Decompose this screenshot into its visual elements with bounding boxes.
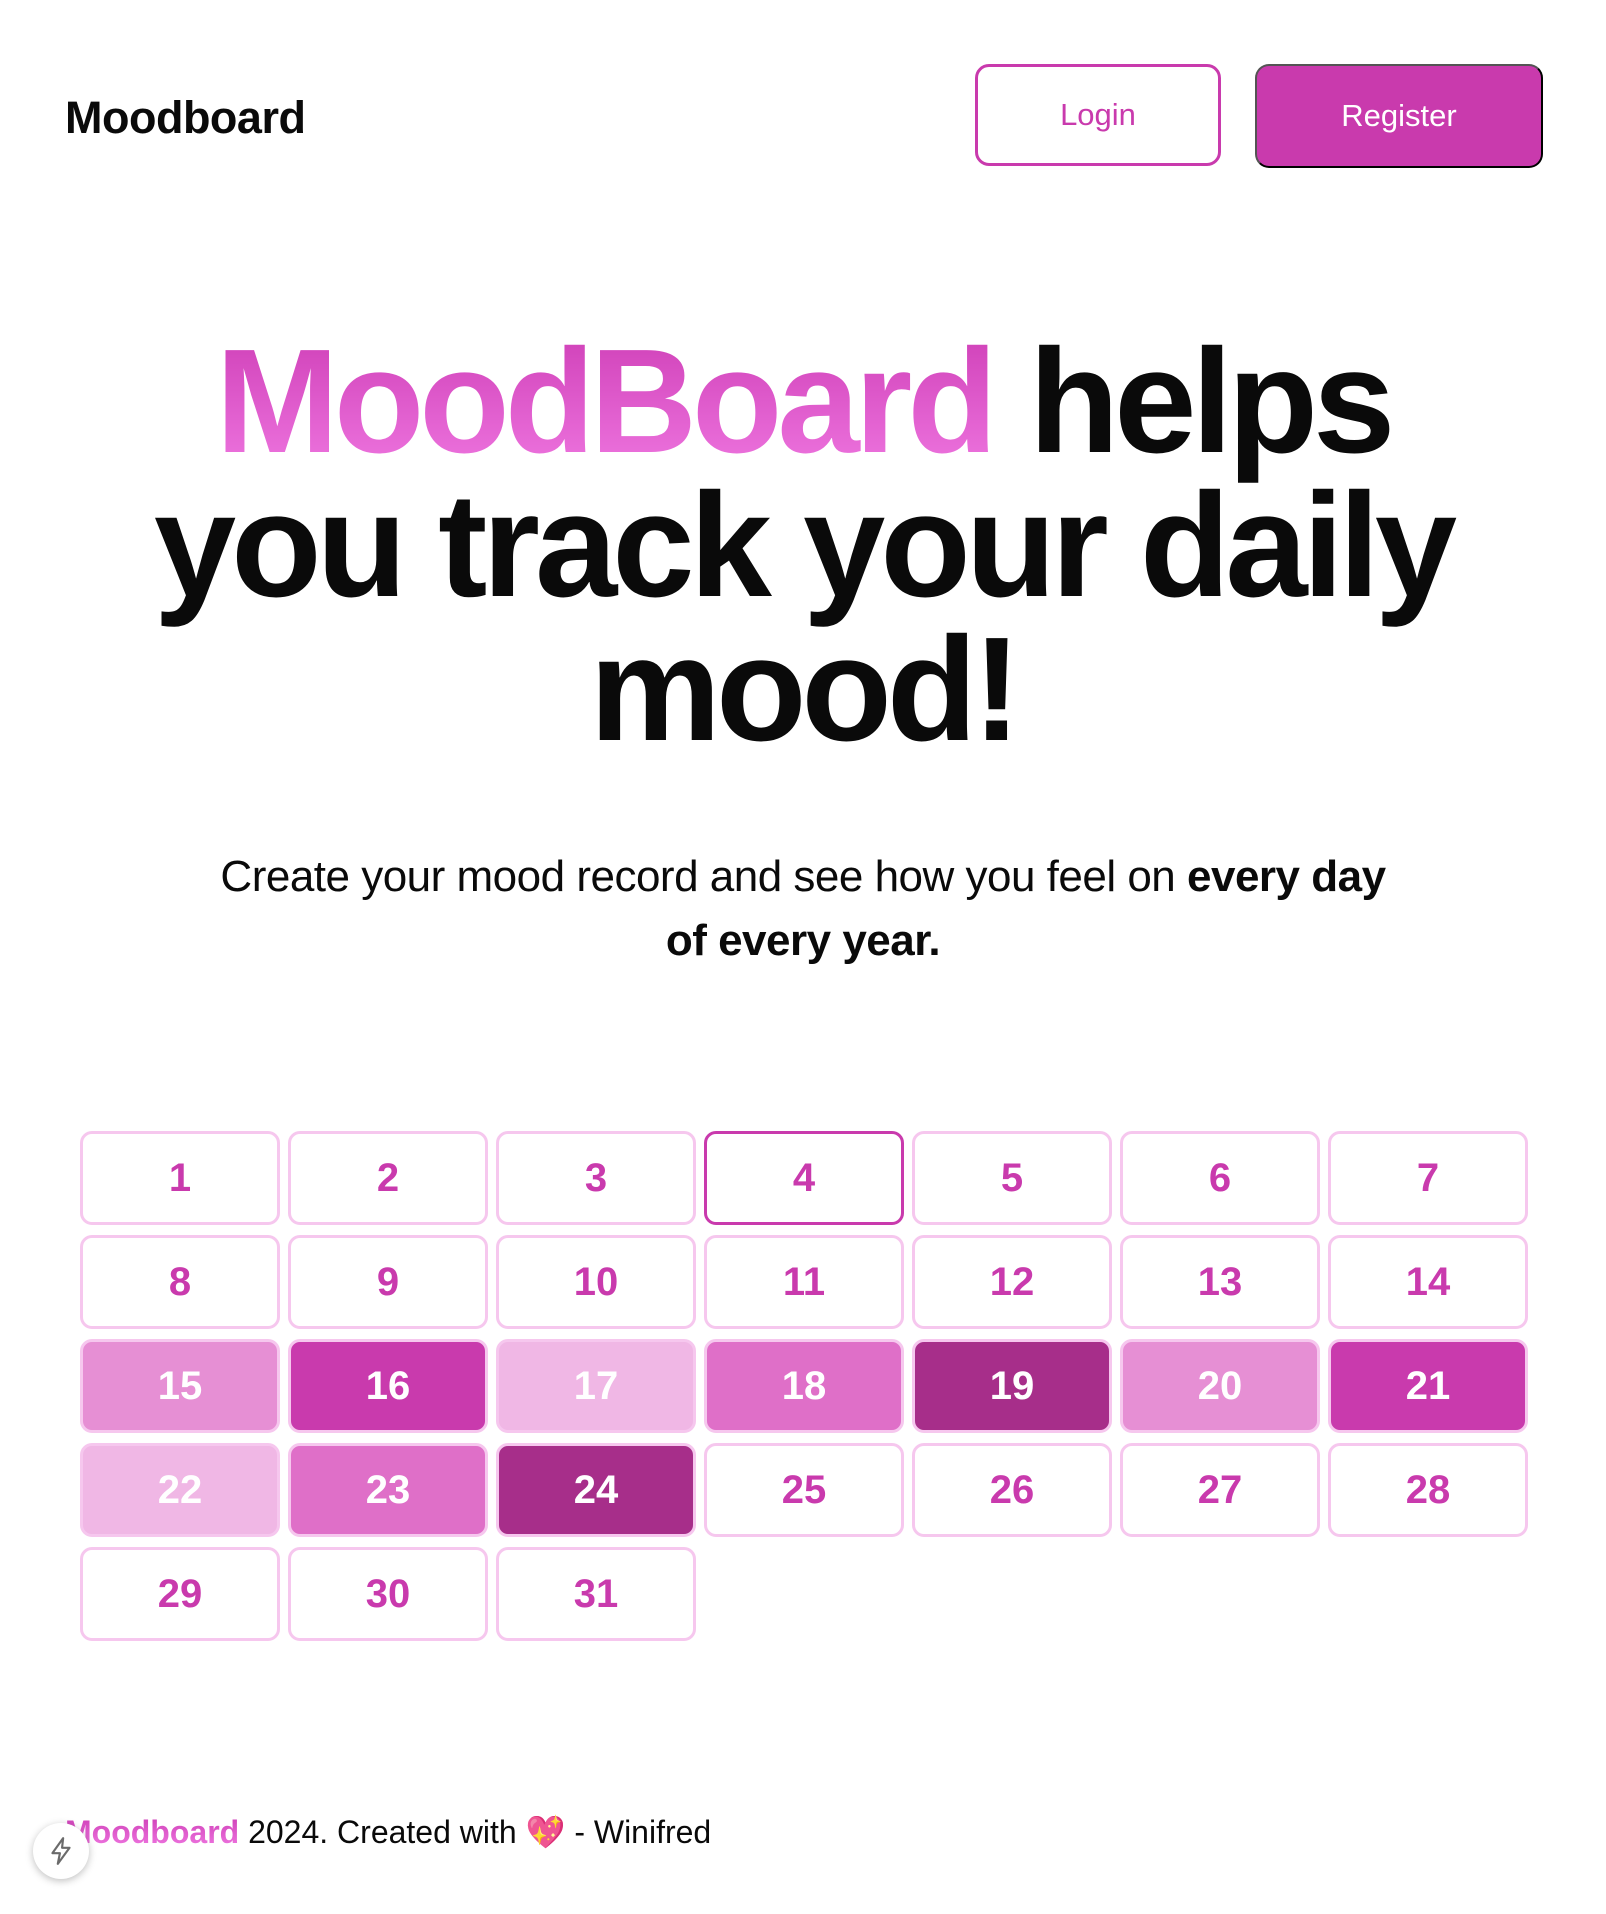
subtitle-text: Create your mood record and see how you … (220, 852, 1188, 901)
calendar-day-11[interactable]: 11 (704, 1235, 904, 1329)
calendar-day-19[interactable]: 19 (912, 1339, 1112, 1433)
calendar-day-22[interactable]: 22 (80, 1443, 280, 1537)
calendar-day-20[interactable]: 20 (1120, 1339, 1320, 1433)
calendar-day-16[interactable]: 16 (288, 1339, 488, 1433)
calendar-day-29[interactable]: 29 (80, 1547, 280, 1641)
calendar-day-14[interactable]: 14 (1328, 1235, 1528, 1329)
mood-calendar: 1 2 3 4 5 6 7 8 9 10 11 12 13 14 15 16 17 18 19 20 21 22 23 24 2… (80, 1131, 1530, 1641)
calendar-day-2[interactable]: 2 (288, 1131, 488, 1225)
calendar-day-24[interactable]: 24 (496, 1443, 696, 1537)
calendar-day-4[interactable]: 4 (704, 1131, 904, 1225)
calendar-day-26[interactable]: 26 (912, 1443, 1112, 1537)
calendar-day-17[interactable]: 17 (496, 1339, 696, 1433)
calendar-day-27[interactable]: 27 (1120, 1443, 1320, 1537)
lightning-bolt-glyph (51, 1837, 71, 1865)
footer-brand: Moodboard (65, 1814, 240, 1850)
hero-heading: MoodBoard helps you track your daily moo… (100, 328, 1506, 764)
site-logo[interactable]: Moodboard (65, 92, 306, 144)
calendar-day-9[interactable]: 9 (288, 1235, 488, 1329)
calendar-day-15[interactable]: 15 (80, 1339, 280, 1433)
calendar-day-12[interactable]: 12 (912, 1235, 1112, 1329)
calendar-day-23[interactable]: 23 (288, 1443, 488, 1537)
calendar-day-7[interactable]: 7 (1328, 1131, 1528, 1225)
calendar-day-18[interactable]: 18 (704, 1339, 904, 1433)
calendar-day-28[interactable]: 28 (1328, 1443, 1528, 1537)
hero-subtitle: Create your mood record and see how you … (200, 845, 1406, 973)
site-footer: Moodboard 2024. Created with 💖 - Winifre… (65, 1812, 711, 1852)
footer-author: - Winifred (565, 1814, 712, 1850)
calendar-day-6[interactable]: 6 (1120, 1131, 1320, 1225)
register-button[interactable]: Register (1255, 64, 1543, 168)
sparkling-heart-icon: 💖 (525, 1814, 566, 1850)
site-header: Moodboard Login Register (0, 0, 1606, 235)
calendar-day-10[interactable]: 10 (496, 1235, 696, 1329)
calendar-day-25[interactable]: 25 (704, 1443, 904, 1537)
calendar-day-30[interactable]: 30 (288, 1547, 488, 1641)
calendar-day-1[interactable]: 1 (80, 1131, 280, 1225)
calendar-day-5[interactable]: 5 (912, 1131, 1112, 1225)
lightning-bolt-icon[interactable] (33, 1823, 89, 1879)
page: Moodboard Login Register MoodBoard helps… (0, 0, 1606, 1914)
calendar-day-8[interactable]: 8 (80, 1235, 280, 1329)
calendar-day-21[interactable]: 21 (1328, 1339, 1528, 1433)
login-button[interactable]: Login (975, 64, 1221, 166)
footer-text: 2024. Created with (239, 1814, 526, 1850)
calendar-day-13[interactable]: 13 (1120, 1235, 1320, 1329)
calendar-day-31[interactable]: 31 (496, 1547, 696, 1641)
hero-brand: MoodBoard (215, 319, 998, 484)
calendar-day-3[interactable]: 3 (496, 1131, 696, 1225)
